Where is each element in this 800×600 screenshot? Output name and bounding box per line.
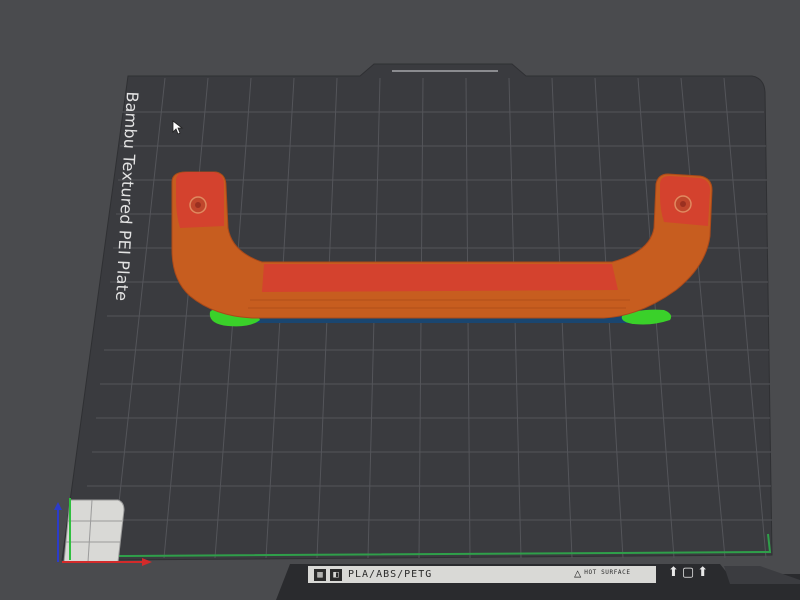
plate-frame-icon[interactable]: ▢ bbox=[682, 565, 694, 580]
plate-tools: ⬆ ▢ ⬆ bbox=[668, 565, 708, 580]
nozzle-icon[interactable]: ⬆ bbox=[668, 565, 679, 580]
view-cube[interactable] bbox=[63, 499, 125, 563]
handle-bar-top bbox=[262, 264, 618, 292]
plate-info-strip: ▦ ◧ PLA/ABS/PETG △ HOT SURFACE bbox=[308, 566, 656, 583]
axis-z-arrow bbox=[54, 502, 62, 510]
filament-types-label: PLA/ABS/PETG bbox=[348, 569, 433, 580]
hot-surface-label: HOT SURFACE bbox=[584, 569, 631, 576]
trash-icon[interactable]: ⬆ bbox=[697, 565, 708, 580]
hot-surface-warning-icon: △ bbox=[574, 566, 582, 580]
qr-code-icon: ▦ bbox=[314, 568, 326, 581]
3d-viewport[interactable]: Bambu Textured PEI Plate ▦ ◧ PLA/ABS/PET… bbox=[0, 0, 800, 600]
bambu-logo-icon: ◧ bbox=[330, 568, 342, 581]
mouse-cursor-icon bbox=[172, 120, 184, 135]
